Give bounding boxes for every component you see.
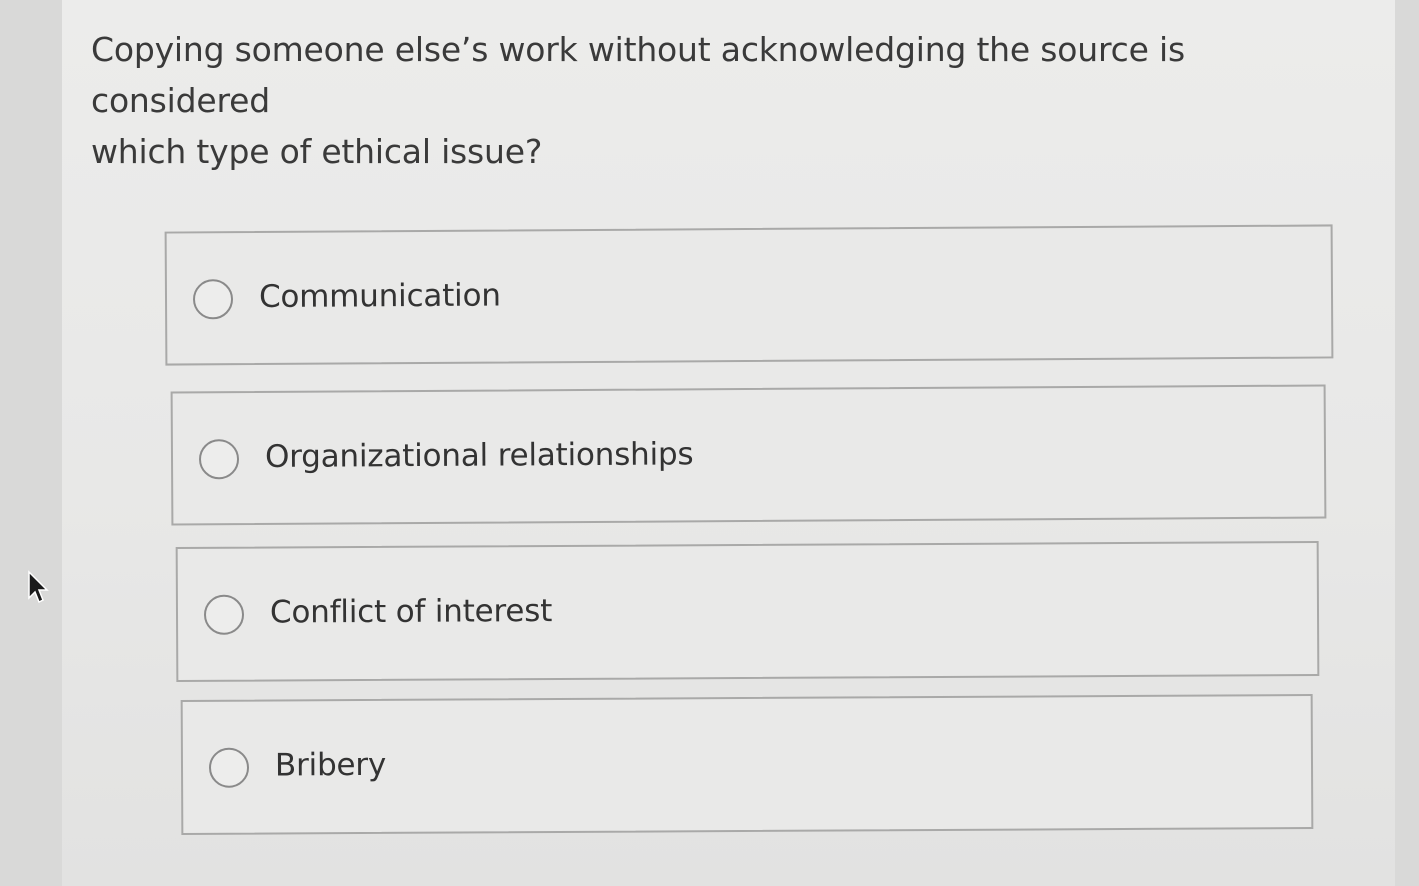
answer-option-organizational-relationships[interactable]: Organizational relationships [170, 384, 1327, 526]
answer-option-label: Organizational relationships [264, 436, 694, 475]
answer-option-bribery[interactable]: Bribery [180, 694, 1314, 835]
answer-option-label: Conflict of interest [269, 593, 553, 631]
question-line-1: Copying someone else’s work without ackn… [91, 30, 1185, 120]
radio-unchecked-icon[interactable] [208, 747, 250, 788]
question-text: Copying someone else’s work without ackn… [91, 24, 1341, 177]
answer-option-conflict-of-interest[interactable]: Conflict of interest [175, 541, 1320, 682]
radio-unchecked-icon[interactable] [198, 439, 240, 480]
answer-option-label: Communication [258, 277, 501, 315]
answer-option-communication[interactable]: Communication [164, 224, 1334, 366]
answer-option-label: Bribery [274, 746, 387, 784]
mouse-pointer-icon [28, 570, 49, 604]
question-line-2: which type of ethical issue? [91, 132, 543, 171]
radio-unchecked-icon[interactable] [203, 594, 245, 635]
radio-unchecked-icon[interactable] [192, 279, 234, 320]
